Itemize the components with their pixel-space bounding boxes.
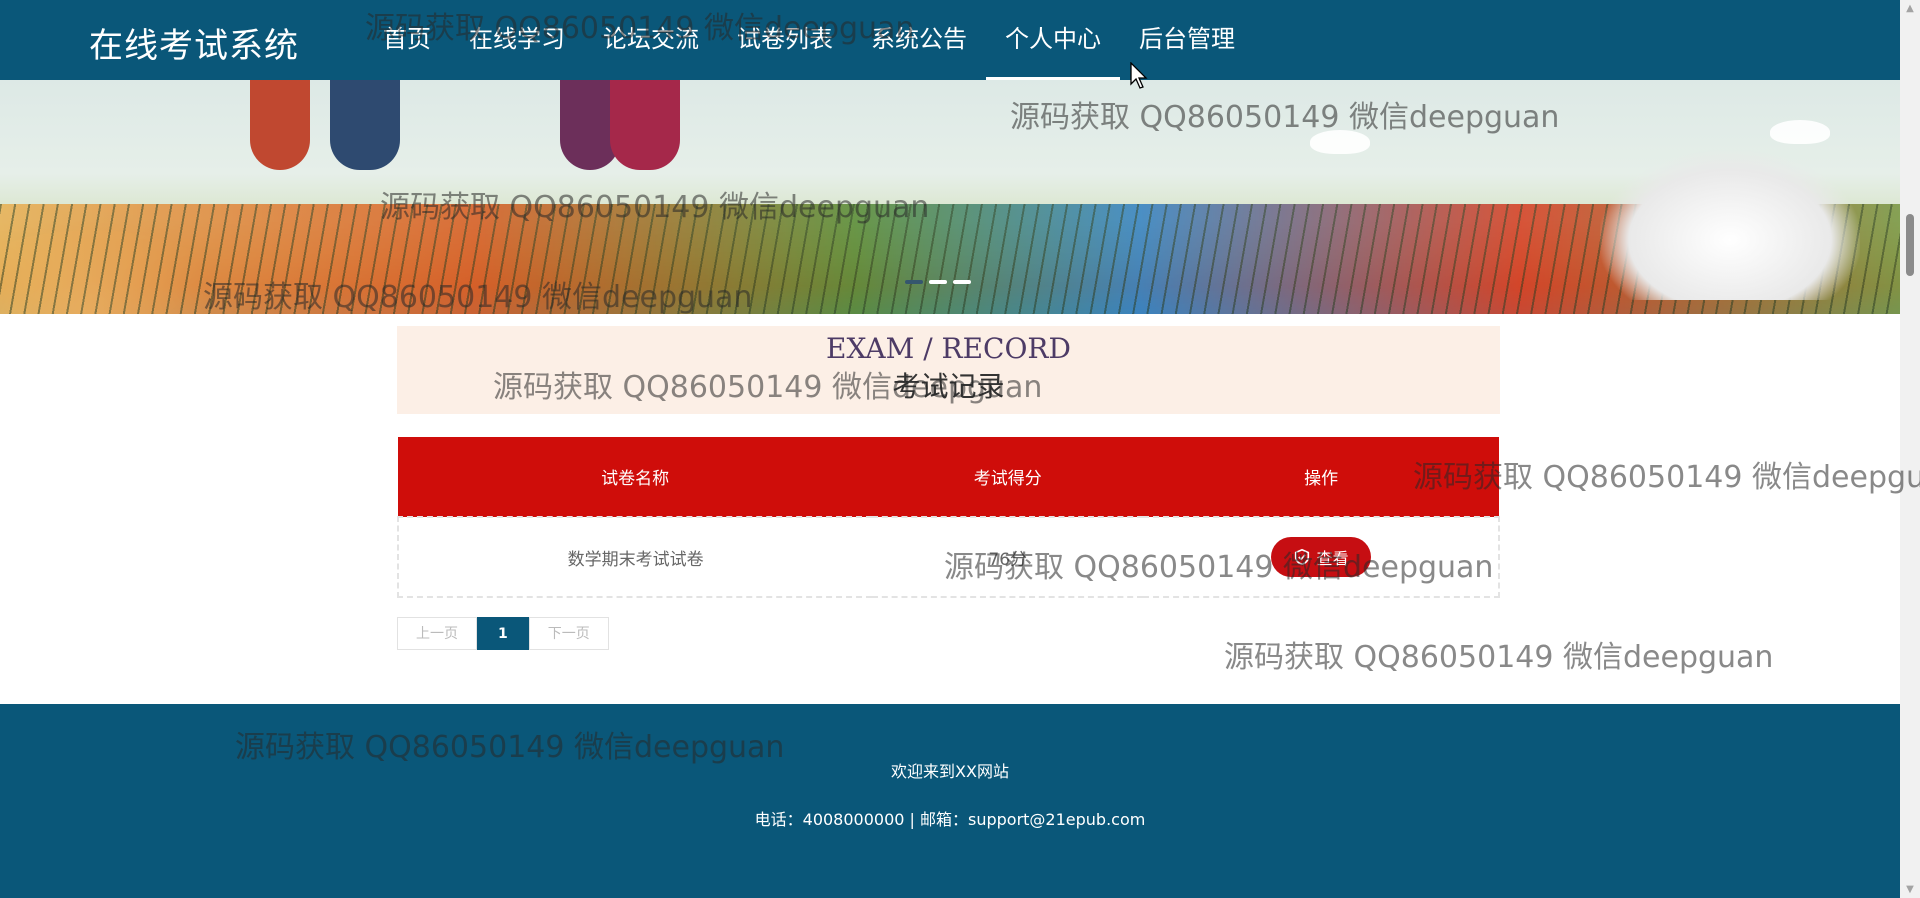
section-title-en: EXAM / RECORD <box>826 332 1071 365</box>
cell-action: 查看 <box>1143 516 1500 598</box>
nav-home[interactable]: 首页 <box>364 0 450 80</box>
main-nav: 首页 在线学习 论坛交流 试卷列表 系统公告 个人中心 后台管理 <box>364 0 1254 80</box>
nav-online-learning[interactable]: 在线学习 <box>450 0 584 80</box>
banner-figure <box>610 80 680 170</box>
banner-carousel[interactable] <box>0 80 1900 314</box>
cell-exam-name: 数学期末考试试卷 <box>396 516 873 598</box>
carousel-dot[interactable] <box>953 280 971 284</box>
nav-exam-list[interactable]: 试卷列表 <box>718 0 852 80</box>
footer-welcome: 欢迎来到XX网站 <box>891 762 1009 781</box>
site-brand[interactable]: 在线考试系统 <box>89 18 299 67</box>
section-header: EXAM / RECORD 考试记录 <box>397 326 1500 414</box>
view-button[interactable]: 查看 <box>1270 537 1371 577</box>
open-book-image <box>1600 150 1860 300</box>
vertical-scrollbar[interactable]: ▲ ▼ <box>1900 0 1920 898</box>
carousel-dot[interactable] <box>929 280 947 284</box>
cell-score: 76分 <box>872 516 1144 598</box>
banner-figure <box>330 80 400 170</box>
nav-personal-center[interactable]: 个人中心 <box>986 0 1120 80</box>
scroll-down-arrow-icon[interactable]: ▼ <box>1900 881 1920 898</box>
scrollbar-thumb[interactable] <box>1906 214 1914 276</box>
top-navbar: 在线考试系统 首页 在线学习 论坛交流 试卷列表 系统公告 个人中心 后台管理 <box>0 0 1900 80</box>
pagination: 上一页 1 下一页 <box>397 617 609 650</box>
nav-announcements[interactable]: 系统公告 <box>852 0 986 80</box>
next-page-button[interactable]: 下一页 <box>528 617 609 650</box>
table-header-row: 试卷名称 考试得分 操作 <box>398 437 1499 517</box>
footer-contact: 电话：4008000000 | 邮箱：support@21epub.com <box>754 810 1146 829</box>
footer: 欢迎来到XX网站 电话：4008000000 | 邮箱：support@21ep… <box>0 704 1900 898</box>
banner-figure <box>250 80 310 170</box>
column-header-score: 考试得分 <box>872 437 1144 517</box>
watermark-text: 源码获取 QQ86050149 微信deepguan <box>1224 640 1774 675</box>
page-1-button[interactable]: 1 <box>477 617 529 650</box>
prev-page-button[interactable]: 上一页 <box>397 617 477 650</box>
carousel-indicators <box>905 280 971 284</box>
view-button-label: 查看 <box>1316 549 1349 568</box>
dove-image <box>1770 120 1830 144</box>
dove-image <box>1310 130 1370 154</box>
mouse-pointer-icon <box>1130 62 1148 89</box>
shield-check-icon <box>1294 548 1309 566</box>
exam-record-table: 试卷名称 考试得分 操作 数学期末考试试卷 76分 查看 <box>396 437 1500 598</box>
scroll-up-arrow-icon[interactable]: ▲ <box>1900 0 1920 17</box>
section-title-cn: 考试记录 <box>892 370 1005 403</box>
nav-forum[interactable]: 论坛交流 <box>584 0 718 80</box>
table-row: 数学期末考试试卷 76分 查看 <box>396 516 1500 598</box>
carousel-dot[interactable] <box>905 280 923 284</box>
column-header-exam-name: 试卷名称 <box>398 437 873 517</box>
column-header-action: 操作 <box>1143 437 1499 517</box>
